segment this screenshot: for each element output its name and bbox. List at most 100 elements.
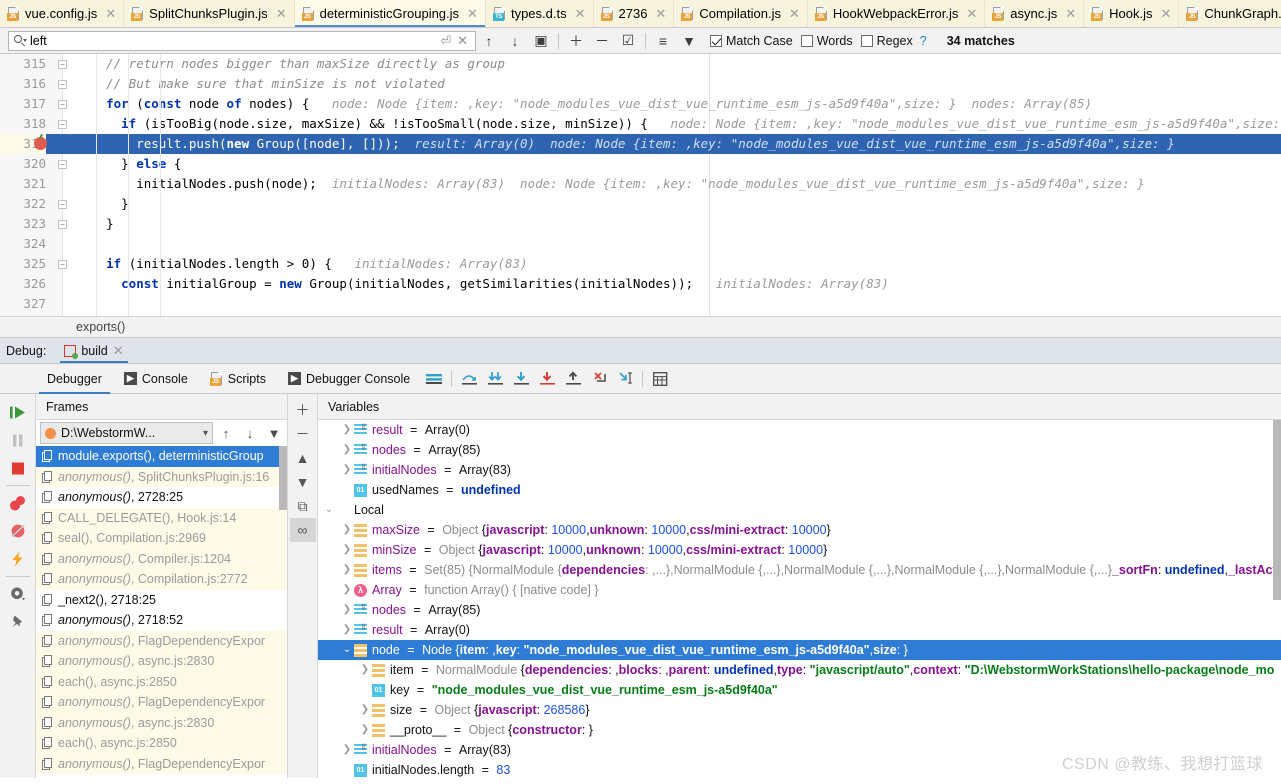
step-out-icon[interactable] <box>560 366 586 392</box>
evaluate-expression-icon[interactable] <box>647 366 673 392</box>
regex-help-icon[interactable]: ? <box>920 34 927 48</box>
frames-down-button[interactable]: ↓ <box>239 422 261 444</box>
search-history-icon[interactable]: ⏎ <box>437 33 454 49</box>
editor-tab-compilation-js[interactable]: JS Compilation.js ✕ <box>674 0 808 27</box>
debug-session-tab-build[interactable]: build ✕ <box>56 338 132 363</box>
expand-arrow-icon[interactable]: ❯ <box>358 660 372 680</box>
frame-item[interactable]: anonymous(), async.js:2830 <box>36 712 287 733</box>
move-watch-up-button[interactable]: ▲ <box>290 446 316 470</box>
close-icon[interactable]: ✕ <box>467 7 478 20</box>
editor-line[interactable]: 326 const initialGroup = new Group(initi… <box>0 274 1281 294</box>
remove-line-button[interactable]: － <box>589 30 615 52</box>
variable-row[interactable]: ❯ λ Array = function Array() { [native cod… <box>318 580 1281 600</box>
code-fold-icon[interactable]: − <box>58 200 67 209</box>
frame-item[interactable]: anonymous(), FlagDependencyExpor <box>36 692 287 713</box>
code-fold-icon[interactable]: − <box>58 220 67 229</box>
variable-row[interactable]: ❯ initialNodes = Array(83) <box>318 460 1281 480</box>
variable-row[interactable]: ❯ nodes = Array(85) <box>318 440 1281 460</box>
editor-tab-hookwebpackerror-js[interactable]: JS HookWebpackError.js ✕ <box>807 0 986 27</box>
frame-item[interactable]: anonymous(), FlagDependencyExpor <box>36 630 287 651</box>
expand-arrow-icon[interactable]: ❯ <box>340 420 354 440</box>
close-icon[interactable]: ✕ <box>655 7 666 20</box>
debugger-tab-debugger-console[interactable]: ▶ Debugger Console <box>277 364 421 394</box>
frame-item[interactable]: anonymous(), 2718:52 <box>36 610 287 631</box>
frame-item[interactable]: _next2(), 2718:25 <box>36 589 287 610</box>
variable-row[interactable]: ⌄ Local <box>318 500 1281 520</box>
editor-tab-hook-js[interactable]: JS Hook.js ✕ <box>1084 0 1180 27</box>
code-fold-icon[interactable]: − <box>58 160 67 169</box>
editor-line[interactable]: 315 − // return nodes bigger than maxSize… <box>0 54 1281 74</box>
editor-line[interactable]: 322 − } <box>0 194 1281 214</box>
thread-dropdown[interactable]: D:\WebstormW... ▾ <box>40 422 213 444</box>
settings-gear-button[interactable] <box>3 580 33 608</box>
run-to-cursor-icon[interactable] <box>612 366 638 392</box>
pin-tab-button[interactable] <box>3 608 33 636</box>
frame-item[interactable]: CALL_DELEGATE(), Hook.js:14 <box>36 507 287 528</box>
close-icon[interactable]: ✕ <box>966 7 977 20</box>
variable-row[interactable]: ❯ result = Array(0) <box>318 420 1281 440</box>
editor-tab-types-d-ts[interactable]: TS types.d.ts ✕ <box>485 0 594 27</box>
step-over-icon[interactable] <box>456 366 482 392</box>
search-field-wrapper[interactable]: ⏎ ✕ <box>8 30 476 51</box>
expand-arrow-icon[interactable]: ❯ <box>340 540 354 560</box>
expand-arrow-icon[interactable]: ❯ <box>340 460 354 480</box>
search-input[interactable] <box>30 33 438 48</box>
remove-watch-button[interactable]: － <box>290 422 316 446</box>
close-icon[interactable]: ✕ <box>575 7 586 20</box>
resume-program-button[interactable] <box>3 398 33 426</box>
step-into-icon[interactable] <box>482 366 508 392</box>
frame-item[interactable]: each(), async.js:2850 <box>36 733 287 754</box>
editor-line[interactable]: 320− } else { <box>0 154 1281 174</box>
code-fold-icon[interactable]: − <box>58 100 67 109</box>
variables-list[interactable]: ❯result = Array(0)❯nodes = Array(85)❯ini… <box>318 420 1281 778</box>
expand-arrow-icon[interactable]: ❯ <box>340 600 354 620</box>
breadcrumb[interactable]: exports() <box>0 316 1281 338</box>
inspect-button[interactable]: ∞ <box>289 518 316 542</box>
add-line-button[interactable]: ＋ <box>563 30 589 52</box>
code-fold-icon[interactable]: − <box>58 260 67 269</box>
layout-settings-icon[interactable] <box>421 366 447 392</box>
variables-scrollbar[interactable] <box>1273 420 1281 600</box>
frame-item[interactable]: anonymous(), FlagDependencyExpor <box>36 753 287 774</box>
editor-tab-vue-config-js[interactable]: JS vue.config.js ✕ <box>0 0 125 27</box>
editor-line[interactable]: 319 result.push(new Group([node], [])); … <box>0 134 1281 154</box>
copy-value-button[interactable]: ⧉ <box>290 494 316 518</box>
chevron-down-icon[interactable]: ▾ <box>203 428 208 439</box>
frames-filter-button[interactable]: ▼ <box>263 422 285 444</box>
expand-arrow-icon[interactable]: ❯ <box>358 700 372 720</box>
editor-line[interactable]: 324 <box>0 234 1281 254</box>
edit-lines-button[interactable]: ☑ <box>615 30 641 52</box>
editor-line[interactable]: 325 − if (initialNodes.length > 0) { init… <box>0 254 1281 274</box>
frame-item[interactable]: seal(), Compilation.js:2969 <box>36 528 287 549</box>
variable-row[interactable]: ❯ size = Object {javascript: 268586} <box>318 700 1281 720</box>
editor-tab-deterministicgrouping-js[interactable]: JS deterministicGrouping.js ✕ <box>294 0 486 27</box>
frames-up-button[interactable]: ↑ <box>215 422 237 444</box>
add-watch-button[interactable]: ＋ <box>290 398 316 422</box>
frame-item[interactable]: anonymous(), SplitChunksPlugin.js:16 <box>36 466 287 487</box>
clear-search-icon[interactable]: ✕ <box>454 33 471 49</box>
code-fold-icon[interactable]: − <box>58 120 67 129</box>
regex-box[interactable] <box>860 34 873 47</box>
frame-item[interactable]: anonymous(), Compilation.js:2772 <box>36 569 287 590</box>
close-icon[interactable]: ✕ <box>276 7 287 20</box>
words-box[interactable] <box>800 34 813 47</box>
open-in-find-window-button[interactable]: ≡ <box>650 30 676 52</box>
expand-arrow-icon[interactable]: ❯ <box>340 740 354 760</box>
match-case-box[interactable] <box>710 34 722 47</box>
collapse-arrow-icon[interactable]: ⌄ <box>340 640 354 660</box>
words-checkbox[interactable]: Words <box>800 34 853 48</box>
collapse-arrow-icon[interactable]: ⌄ <box>322 500 336 520</box>
variable-row[interactable]: ❯ __proto__ = Object {constructor: } <box>318 720 1281 740</box>
stop-program-button[interactable] <box>3 454 33 482</box>
frames-list[interactable]: module.exports(), deterministicGroup anon… <box>36 446 287 778</box>
variable-row[interactable]: 01 usedNames = undefined <box>318 480 1281 500</box>
view-breakpoints-button[interactable] <box>3 489 33 517</box>
editor-tab-splitchunksplugin-js[interactable]: JS SplitChunksPlugin.js ✕ <box>124 0 295 27</box>
regex-checkbox[interactable]: Regex <box>860 34 913 48</box>
variable-row[interactable]: 01 key = "node_modules_vue_dist_vue_runti… <box>318 680 1281 700</box>
editor-line[interactable]: 323 − } <box>0 214 1281 234</box>
variable-row[interactable]: ❯ minSize = Object {javascript: 10000,unk… <box>318 540 1281 560</box>
close-icon[interactable]: ✕ <box>1161 7 1172 20</box>
frame-item[interactable]: each(), async.js:2850 <box>36 671 287 692</box>
variable-row[interactable]: ❯ result = Array(0) <box>318 620 1281 640</box>
